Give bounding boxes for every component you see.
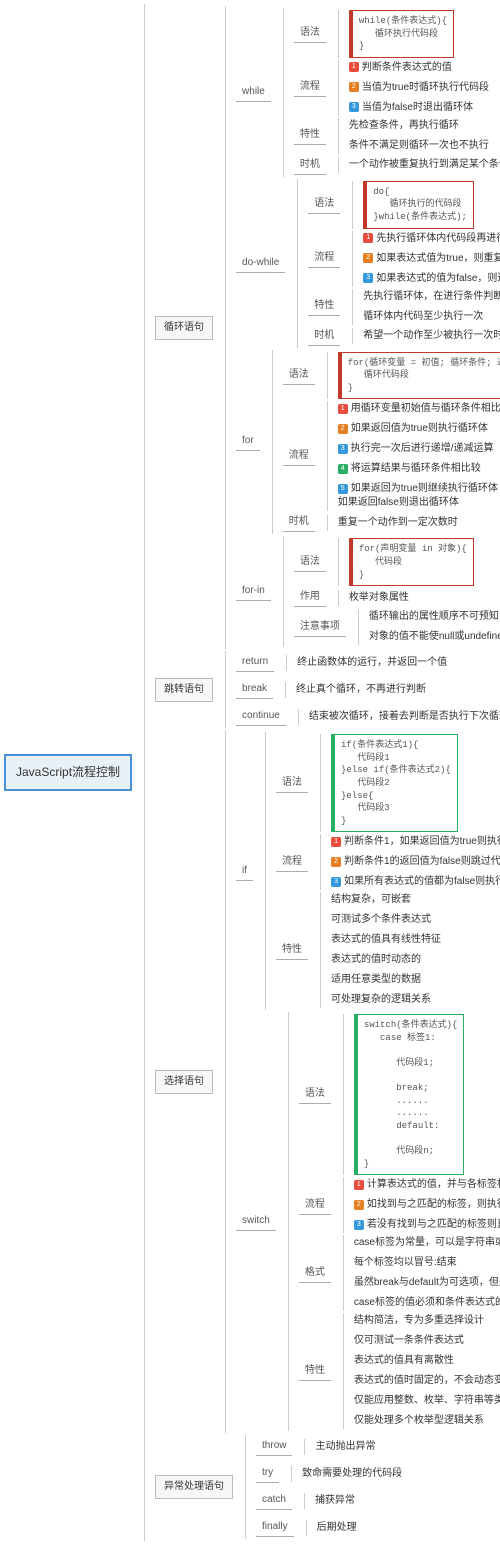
lbl-flow: 流程 [294,78,326,97]
leaf: 1判断条件表达式的值 [349,60,489,76]
leaf: 条件不满足则循环一次也不执行 [349,138,489,154]
lbl-timing: 时机 [294,156,326,175]
code-while: while(条件表达式){ 循环执行代码段 } [349,10,454,58]
cat-jump: 跳转语句 [155,678,213,702]
leaf: 一个动作被重复执行到满足某个条件时 [349,157,500,173]
node-for: for [236,432,260,451]
node-dowhile: do-while [236,254,285,273]
lbl-syntax: 语法 [294,24,326,43]
mindmap-root: JavaScript流程控制 循环语句 while 语法 while(条件表达式)… [4,4,496,1541]
cat-loop: 循环语句 [155,316,213,340]
code-if: if(条件表达式1){ 代码段1 }else if(条件表达式2){ 代码段2 … [331,734,458,832]
lbl-feat: 特性 [294,126,326,145]
code-switch: switch(条件表达式){ case 标签1: 代码段1; break; ..… [354,1014,465,1175]
node-while: while [236,83,271,102]
root-node: JavaScript流程控制 [4,754,132,791]
leaf: 3当值为false时退出循环体 [349,100,489,116]
cat-exception: 异常处理语句 [155,1475,233,1499]
code-dowhile: do{ 循环执行的代码段 }while(条件表达式); [363,181,474,229]
node-forin: for-in [236,582,271,601]
node-if: if [236,862,253,881]
cat-select: 选择语句 [155,1070,213,1094]
node-switch: switch [236,1212,276,1231]
leaf: 2当值为true时循环执行代码段 [349,80,489,96]
leaf: 先检查条件，再执行循环 [349,118,489,134]
code-for: for(循环变量 = 初值; 循环条件; 递增/递减计数器){ 循环代码段 } [338,352,500,400]
